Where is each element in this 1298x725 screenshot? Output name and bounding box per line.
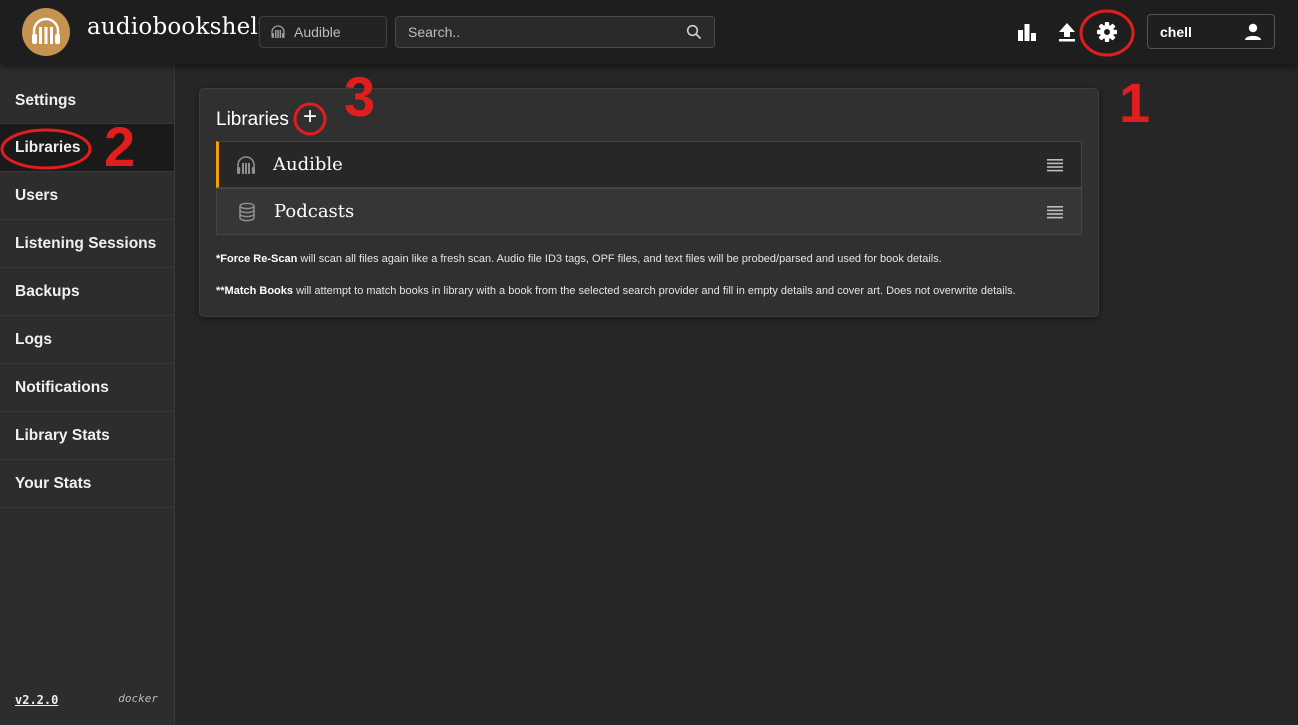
- annotation-number-3: 3: [344, 65, 376, 128]
- rescan-note: *Force Re-Scan will scan all files again…: [216, 253, 942, 265]
- upload-button[interactable]: [1055, 20, 1079, 44]
- sidebar-item-backups[interactable]: Backups: [0, 268, 174, 316]
- user-icon: [1245, 23, 1261, 40]
- database-icon: [235, 200, 259, 224]
- sidebar-item-logs[interactable]: Logs: [0, 316, 174, 364]
- annotation-number-2: 2: [104, 115, 136, 178]
- match-note-label: **Match Books: [216, 285, 294, 297]
- annotation-number-1: 1: [1119, 71, 1151, 134]
- page-title: Libraries: [216, 109, 289, 130]
- libraries-panel: Libraries + Audible Podcasts *Force Re-S…: [199, 88, 1099, 317]
- sidebar-item-library-stats[interactable]: Library Stats: [0, 412, 174, 460]
- user-name: chell: [1160, 23, 1192, 40]
- app-title[interactable]: audiobookshelf: [87, 14, 267, 40]
- headphones-icon: [234, 153, 258, 177]
- environment-label: docker: [118, 692, 158, 705]
- library-selector-label: Audible: [294, 24, 341, 40]
- add-library-button[interactable]: +: [299, 105, 321, 129]
- settings-icon: [1097, 22, 1117, 42]
- library-name: Podcasts: [274, 201, 355, 222]
- settings-button[interactable]: [1095, 20, 1119, 44]
- rescan-note-label: *Force Re-Scan: [216, 253, 298, 265]
- logo-headphones-icon: [32, 17, 60, 44]
- settings-sidebar: Settings Libraries Users Listening Sessi…: [0, 64, 175, 725]
- stats-button[interactable]: [1015, 20, 1039, 44]
- library-row-podcasts[interactable]: Podcasts: [216, 188, 1082, 235]
- sidebar-item-notifications[interactable]: Notifications: [0, 364, 174, 412]
- headphones-icon: [271, 25, 285, 38]
- user-menu-button[interactable]: chell: [1147, 14, 1275, 49]
- library-row-audible[interactable]: Audible: [216, 141, 1082, 188]
- drag-handle-icon[interactable]: [1047, 158, 1063, 172]
- match-note-text: will attempt to match books in library w…: [293, 285, 1016, 297]
- match-note: **Match Books will attempt to match book…: [216, 285, 1016, 297]
- stats-icon: [1018, 24, 1036, 41]
- library-name: Audible: [273, 154, 343, 175]
- sidebar-item-settings[interactable]: Settings: [0, 64, 174, 124]
- sidebar-item-users[interactable]: Users: [0, 172, 174, 220]
- version-link[interactable]: v2.2.0: [15, 693, 58, 707]
- sidebar-item-listening-sessions[interactable]: Listening Sessions: [0, 220, 174, 268]
- library-selector[interactable]: Audible: [259, 16, 387, 48]
- rescan-note-text: will scan all files again like a fresh s…: [297, 253, 942, 265]
- search-icon[interactable]: [686, 24, 702, 40]
- sidebar-item-your-stats[interactable]: Your Stats: [0, 460, 174, 508]
- sidebar-item-libraries[interactable]: Libraries: [0, 124, 174, 172]
- drag-handle-icon[interactable]: [1047, 205, 1063, 219]
- search-box[interactable]: [395, 16, 715, 48]
- upload-icon: [1059, 23, 1075, 42]
- search-input[interactable]: [408, 24, 686, 40]
- app-logo[interactable]: [22, 8, 70, 56]
- top-bar: audiobookshelf Audible Search.. chell: [0, 0, 1298, 64]
